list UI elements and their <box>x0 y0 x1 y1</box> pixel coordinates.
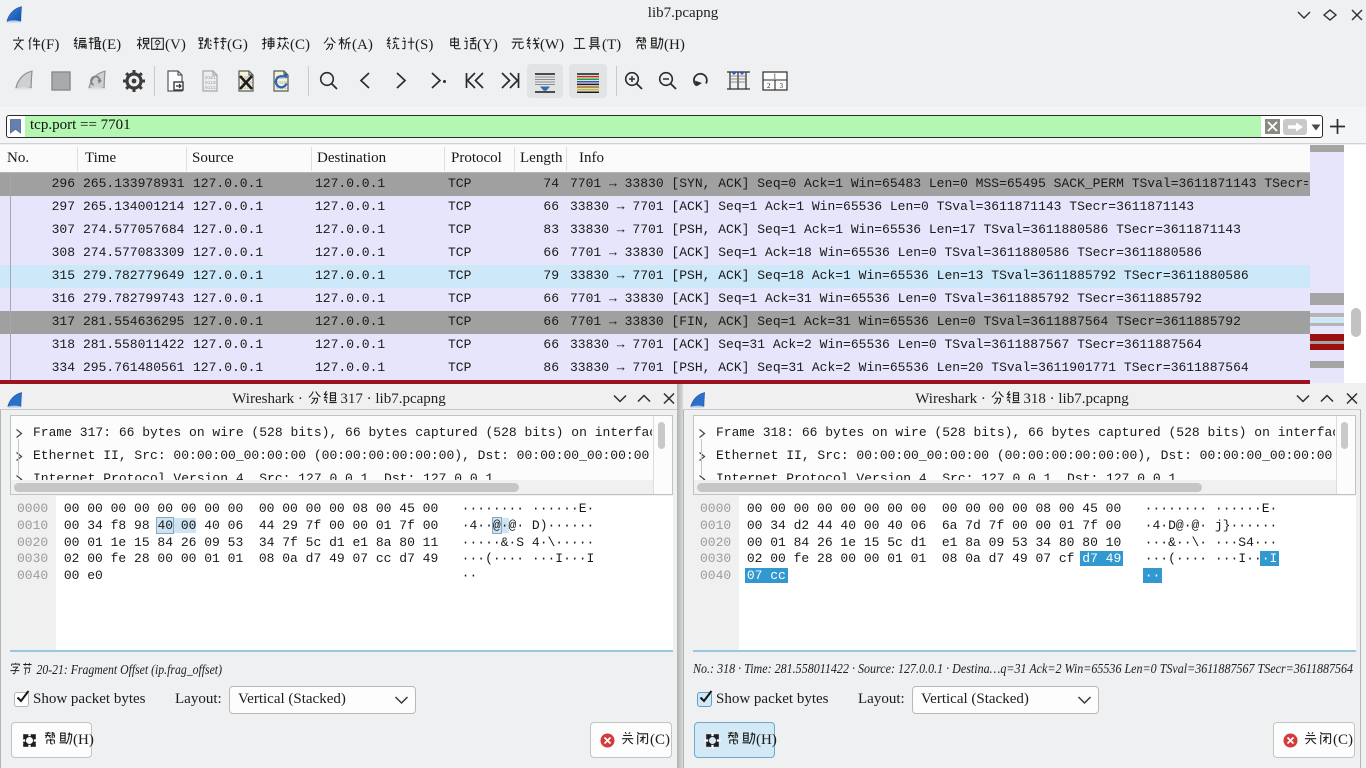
svg-text:2: 2 <box>767 82 771 90</box>
svg-text:1: 1 <box>773 73 777 81</box>
svg-text:3: 3 <box>780 82 784 90</box>
svg-text:0111: 0111 <box>205 85 216 91</box>
